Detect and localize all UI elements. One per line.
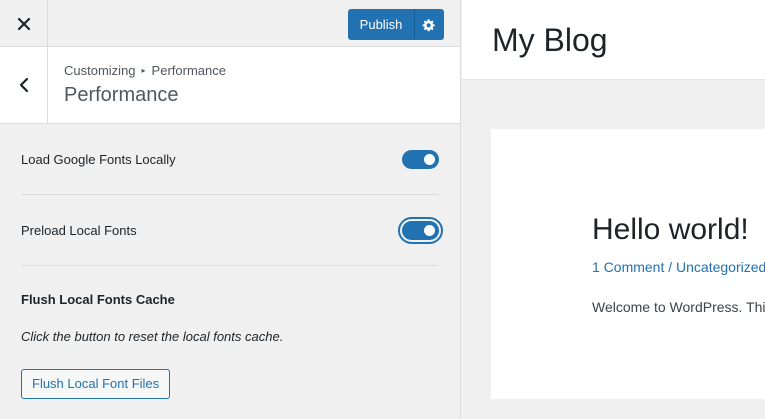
flush-local-font-files-button[interactable]: Flush Local Font Files (21, 369, 171, 399)
gear-icon (422, 18, 435, 31)
toggle-knob (424, 224, 435, 236)
preload-local-fonts-toggle[interactable] (398, 216, 443, 244)
breadcrumb-root: Customizing (64, 63, 136, 78)
post-excerpt: Welcome to WordPress. This is your first… (592, 299, 765, 315)
post-meta-link[interactable]: 1 Comment / Uncategorized (592, 259, 765, 275)
post-card: Hello world! 1 Comment / Uncategorized W… (491, 129, 765, 399)
flush-cache-title: Flush Local Fonts Cache (21, 292, 175, 307)
controls-panel: Load Google Fonts Locally Preload Local … (0, 124, 460, 399)
setting-preload-local-fonts: Preload Local Fonts (21, 195, 443, 266)
flush-cache-section: Flush Local Fonts Cache Click the button… (21, 266, 439, 399)
publish-button[interactable]: Publish (348, 9, 414, 40)
flush-cache-description: Click the button to reset the local font… (21, 329, 284, 344)
toggle-knob (424, 153, 435, 165)
back-button[interactable] (0, 47, 48, 123)
post-title[interactable]: Hello world! (592, 213, 749, 247)
site-title[interactable]: My Blog (492, 22, 608, 59)
section-header: Customizing ▸ Performance Performance (0, 47, 460, 124)
chevron-left-icon (19, 77, 28, 93)
publish-settings-button[interactable] (414, 9, 444, 40)
close-icon (17, 17, 30, 30)
setting-label: Load Google Fonts Locally (21, 151, 176, 167)
load-fonts-locally-toggle[interactable] (402, 149, 439, 169)
customizer-topbar: Publish (0, 0, 460, 47)
setting-load-google-fonts-locally: Load Google Fonts Locally (21, 124, 439, 195)
breadcrumb: Customizing ▸ Performance (64, 63, 226, 78)
site-preview: My Blog Hello world! 1 Comment / Uncateg… (462, 0, 765, 419)
section-title: Performance (64, 84, 179, 106)
breadcrumb-separator-icon: ▸ (141, 66, 146, 75)
setting-label: Preload Local Fonts (21, 222, 137, 238)
site-header: My Blog (462, 0, 765, 80)
close-customizer-button[interactable] (0, 0, 48, 47)
publish-group: Publish (348, 9, 444, 40)
customizer-sidebar: Publish Customizing ▸ Performance Perfor… (0, 0, 461, 419)
breadcrumb-current: Performance (151, 63, 226, 78)
